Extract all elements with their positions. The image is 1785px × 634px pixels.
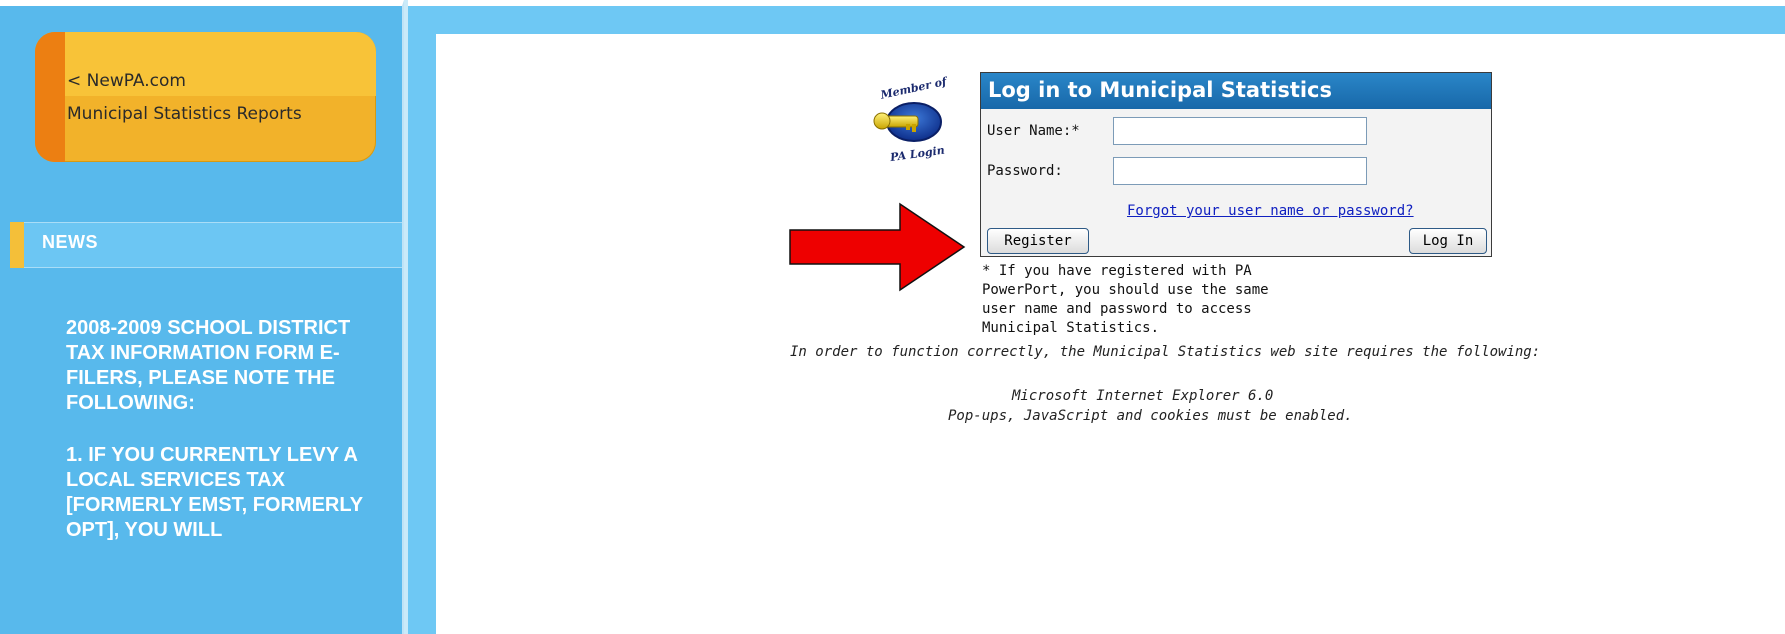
username-input[interactable]: [1113, 117, 1367, 145]
municipal-statistics-reports-link[interactable]: Municipal Statistics Reports: [67, 104, 302, 124]
login-header: Log in to Municipal Statistics: [981, 73, 1491, 109]
password-label: Password:: [987, 163, 1063, 179]
login-form: Log in to Municipal Statistics User Name…: [980, 72, 1492, 257]
nav-panel: [35, 32, 376, 162]
logo-bottom-text: PA Login: [888, 144, 945, 165]
forgot-credentials-link[interactable]: Forgot your user name or password?: [1127, 203, 1414, 219]
register-button[interactable]: Register: [987, 228, 1089, 254]
powerport-note: * If you have registered with PA PowerPo…: [982, 263, 1269, 336]
news-paragraph: 2008-2009 SCHOOL DISTRICT TAX INFORMATIO…: [66, 317, 351, 414]
login-title: Log in to Municipal Statistics: [988, 78, 1332, 102]
log-in-button[interactable]: Log In: [1409, 228, 1487, 254]
requirements-enable: Pop-ups, JavaScript and cookies must be …: [948, 408, 1353, 424]
news-title: NEWS: [42, 232, 98, 252]
news-paragraph: 1. IF YOU CURRENTLY LEVY A LOCAL SERVICE…: [66, 444, 363, 541]
news-body: 2008-2009 SCHOOL DISTRICT TAX INFORMATIO…: [66, 316, 386, 570]
username-label: User Name:*: [987, 123, 1080, 139]
content-left-border: [408, 34, 436, 634]
red-arrow-icon: [789, 202, 966, 292]
password-input[interactable]: [1113, 157, 1367, 185]
news-header-accent: [10, 222, 24, 268]
nav-panel-accent: [35, 32, 65, 162]
pa-login-logo: Member of PA Login: [873, 75, 950, 165]
newpa-link[interactable]: < NewPA.com: [67, 71, 186, 91]
requirements-intro: In order to function correctly, the Muni…: [790, 344, 1541, 360]
requirements-browser: Microsoft Internet Explorer 6.0: [1012, 388, 1274, 404]
header-band: [408, 6, 1785, 34]
logo-top-text: Member of: [878, 75, 950, 102]
